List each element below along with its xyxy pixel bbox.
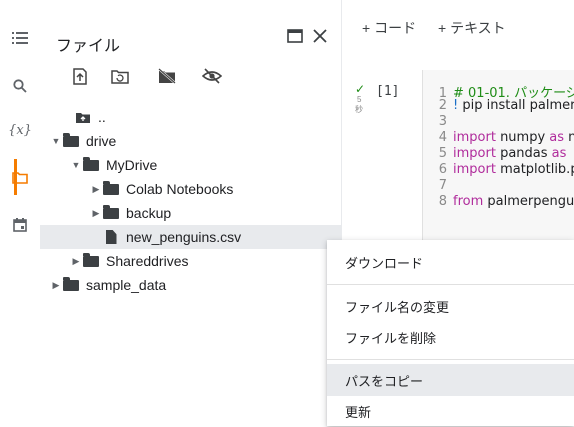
add-code-button[interactable]: + コード — [362, 18, 416, 38]
upload-icon[interactable] — [68, 64, 92, 88]
menu-divider — [327, 359, 574, 360]
tree-item-label: sample_data — [86, 277, 167, 293]
code-line: 4 import numpy as n — [423, 130, 574, 147]
folder-icon — [82, 153, 100, 177]
tree-item-parent[interactable]: .. — [40, 105, 362, 129]
line-number: 7 — [438, 178, 447, 193]
chevron-right-icon[interactable]: ▶ — [90, 177, 102, 201]
chevron-right-icon[interactable]: ▶ — [50, 273, 62, 297]
code-token: as — [549, 130, 565, 145]
code-token: from — [453, 194, 484, 209]
tree-item-label: Colab Notebooks — [126, 181, 234, 197]
tree-item-label: backup — [126, 205, 172, 221]
code-cell[interactable]: 1 # 01-01. パッケージ 2! pip install palmer 3 4 im… — [422, 70, 574, 240]
chevron-right-icon[interactable]: ▶ — [90, 201, 102, 225]
calendar-icon[interactable] — [0, 209, 40, 241]
folder-up-icon — [74, 105, 92, 129]
code-token: import — [453, 146, 496, 161]
tree-item-backup[interactable]: ▶ backup — [40, 201, 390, 225]
code-token: pip install palmer — [458, 98, 574, 113]
run-time-unit: 秒 — [355, 105, 363, 114]
code-token: import — [453, 162, 496, 177]
toc-icon[interactable] — [0, 22, 40, 54]
code-token: matplotlib.p — [495, 162, 574, 177]
menu-item-label: ダウンロード — [345, 255, 424, 271]
folder-icon — [102, 201, 120, 225]
tree-item-colab-notebooks[interactable]: ▶ Colab Notebooks — [40, 177, 390, 201]
line-number: 2 — [438, 98, 447, 113]
code-line: 7 — [423, 178, 453, 195]
tree-item-sample-data[interactable]: ▶ sample_data — [40, 273, 350, 297]
run-time-value: 5 — [357, 95, 362, 104]
cell-exec-count: [1] — [376, 84, 400, 99]
menu-item-delete[interactable]: ファイルを削除 — [327, 321, 574, 353]
hide-icon[interactable] — [200, 64, 224, 88]
menu-item-label: ファイルを削除 — [345, 330, 437, 346]
code-token: as — [551, 146, 567, 161]
code-token: pandas — [495, 146, 552, 161]
chevron-right-icon[interactable]: ▶ — [70, 249, 82, 273]
file-icon — [102, 225, 120, 249]
menu-divider — [327, 284, 574, 285]
tree-item-label: Shareddrives — [106, 253, 189, 269]
menu-item-label: ファイル名の変更 — [345, 299, 450, 315]
add-text-button[interactable]: + テキスト — [438, 18, 506, 38]
code-line: 1 # 01-01. パッケージ — [423, 82, 574, 101]
tree-item-label: drive — [86, 133, 117, 149]
close-icon[interactable] — [310, 26, 330, 46]
menu-item-rename[interactable]: ファイル名の変更 — [327, 290, 574, 322]
line-number: 8 — [438, 194, 447, 209]
folder-icon — [62, 273, 80, 297]
line-number: 5 — [438, 146, 447, 161]
line-number: 4 — [438, 130, 447, 145]
code-token: palmerpengui — [483, 194, 574, 209]
code-line: 2! pip install palmer — [423, 98, 574, 115]
folder-icon — [62, 129, 80, 153]
folder-icon — [102, 177, 120, 201]
tree-item-label: new_penguins.csv — [126, 229, 242, 245]
code-line: 5 import pandas as — [423, 146, 567, 163]
menu-item-download[interactable]: ダウンロード — [327, 246, 574, 278]
line-number: 6 — [438, 162, 447, 177]
code-token: numpy — [495, 130, 550, 145]
files-panel-title: ファイル — [56, 38, 121, 55]
line-number: 3 — [438, 114, 447, 129]
mount-drive-icon[interactable] — [155, 64, 179, 88]
variables-icon[interactable]: {x} — [0, 114, 40, 146]
refresh-icon[interactable] — [108, 64, 132, 88]
tree-item-label: .. — [98, 109, 106, 125]
tree-item-label: MyDrive — [106, 157, 158, 173]
files-panel: ファイル .. ▼ drive ▼ MyDrive ▶ Colab Notebo — [40, 0, 402, 426]
tree-caret — [62, 105, 74, 129]
tree-item-mydrive[interactable]: ▼ MyDrive — [40, 153, 370, 177]
code-line: 8 from palmerpengui — [423, 194, 574, 211]
menu-item-refresh[interactable]: 更新 — [327, 395, 574, 427]
chevron-down-icon[interactable]: ▼ — [50, 129, 62, 153]
open-in-window-icon[interactable] — [285, 26, 305, 46]
menu-item-copy-path[interactable]: パスをコピー — [327, 364, 574, 396]
run-status-check-icon: ✓ — [355, 82, 366, 96]
search-icon[interactable] — [0, 70, 40, 102]
folder-icon[interactable] — [0, 161, 40, 193]
code-token: import — [453, 130, 496, 145]
menu-item-label: パスをコピー — [345, 373, 424, 389]
notebook-toolbar: + コード + テキスト — [342, 0, 574, 48]
icon-rail: {x} — [0, 0, 41, 426]
tree-item-shareddrives[interactable]: ▶ Shareddrives — [40, 249, 370, 273]
code-line: 6 import matplotlib.p — [423, 162, 574, 179]
code-token: n — [564, 130, 574, 145]
code-line: 3 — [423, 114, 453, 131]
menu-item-label: 更新 — [345, 404, 372, 420]
chevron-down-icon[interactable]: ▼ — [70, 153, 82, 177]
context-menu: ダウンロード ファイル名の変更 ファイルを削除 パスをコピー 更新 — [327, 240, 574, 426]
tree-item-drive[interactable]: ▼ drive — [40, 129, 350, 153]
folder-icon — [82, 249, 100, 273]
